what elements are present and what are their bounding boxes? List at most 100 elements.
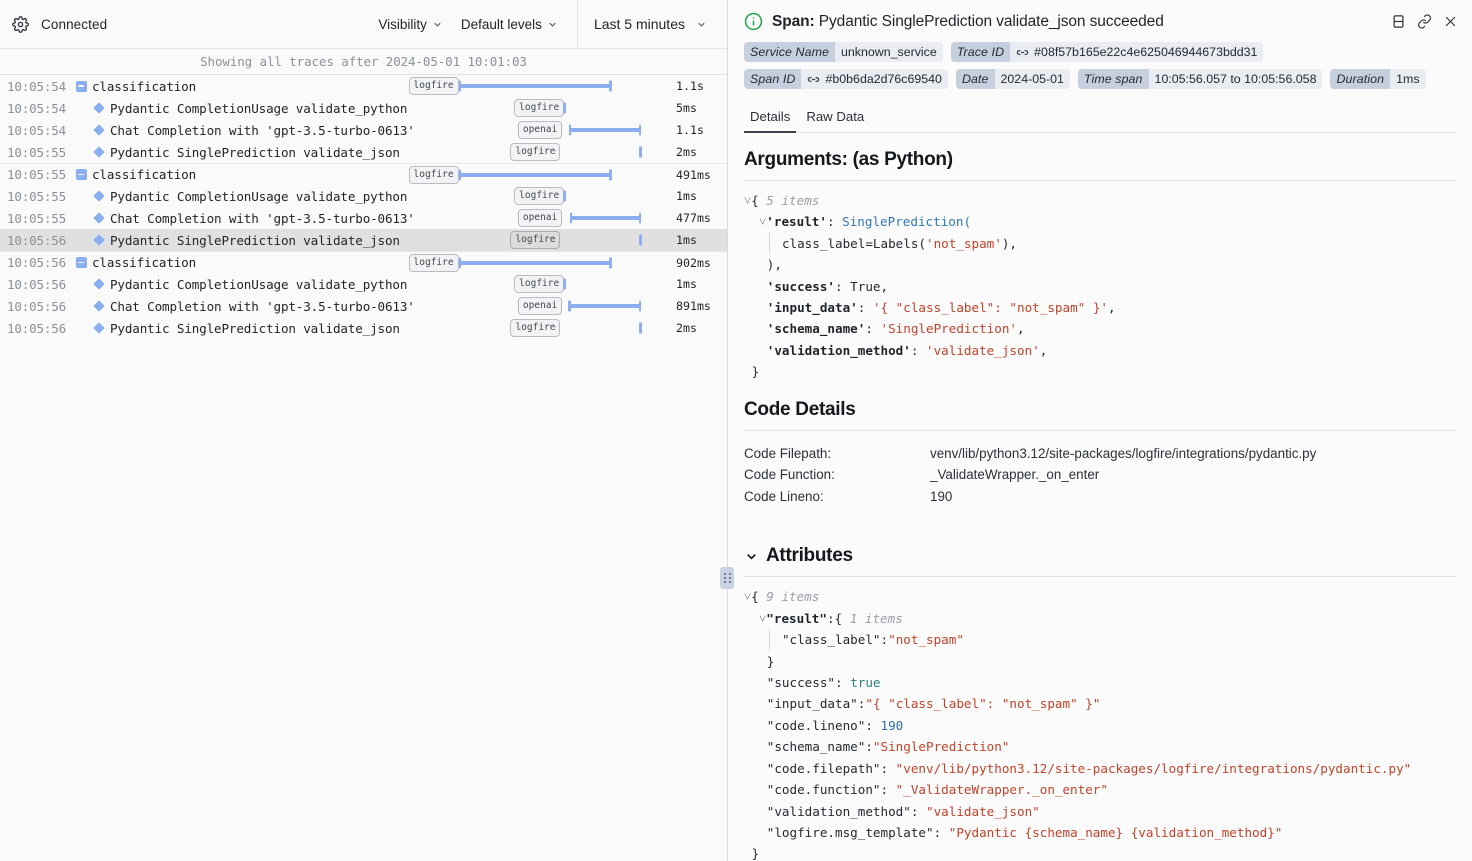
code-indent <box>744 739 759 754</box>
code-token: "not_spam" <box>888 632 964 647</box>
attributes-code-line: "logfire.msg_template": "Pydantic {schem… <box>744 822 1456 843</box>
status-badge: logfire <box>510 319 560 337</box>
row-duration-label: 1.1s <box>669 79 727 93</box>
indent-guide <box>769 629 770 650</box>
panel-layout-icon[interactable] <box>1391 14 1406 29</box>
code-token: 9 items <box>766 589 819 604</box>
table-row[interactable]: 10:05:54Pydantic CompletionUsage validat… <box>0 97 727 119</box>
table-row[interactable]: 10:05:56Chat Completion with 'gpt-3.5-tu… <box>0 295 727 317</box>
row-tag-wrap: logfire <box>510 319 558 337</box>
code-token: "schema_name" <box>767 739 866 754</box>
tab-details[interactable]: Details <box>744 104 796 133</box>
row-timestamp: 10:05:54 <box>0 101 70 116</box>
span-diamond-icon <box>88 148 110 156</box>
metadata-pill-key: Trace ID <box>951 42 1010 62</box>
table-row[interactable]: 10:05:55Chat Completion with 'gpt-3.5-tu… <box>0 207 727 229</box>
attributes-heading[interactable]: Attributes <box>744 545 1456 567</box>
status-badge: logfire <box>409 254 459 272</box>
panel-resize-handle[interactable] <box>720 567 734 589</box>
row-duration-bar-area <box>457 252 669 274</box>
code-details-table: Code Filepath:venv/lib/python3.12/site-p… <box>744 443 1456 508</box>
table-row[interactable]: 10:05:55Pydantic CompletionUsage validat… <box>0 185 727 207</box>
table-row[interactable]: 10:05:55classificationlogfire491ms <box>0 163 727 185</box>
duration-bar <box>563 103 566 114</box>
visibility-label: Visibility <box>378 17 427 32</box>
gear-icon[interactable] <box>12 16 29 33</box>
table-row[interactable]: 10:05:55Pydantic SinglePrediction valida… <box>0 141 727 163</box>
span-diamond-icon <box>88 236 110 244</box>
table-row[interactable]: 10:05:56Pydantic SinglePrediction valida… <box>0 317 727 339</box>
row-timestamp: 10:05:55 <box>0 145 70 160</box>
row-duration-label: 491ms <box>669 168 727 182</box>
code-chevron-space <box>759 804 767 819</box>
row-duration-bar-area <box>562 185 669 207</box>
table-row[interactable]: 10:05:56Pydantic SinglePrediction valida… <box>0 229 727 251</box>
diamond-icon <box>93 300 104 311</box>
tab-raw-data[interactable]: Raw Data <box>800 104 870 133</box>
code-token: "validate_json" <box>926 804 1040 819</box>
duration-bar <box>563 279 566 290</box>
row-span-name: Chat Completion with 'gpt-3.5-turbo-0613… <box>110 211 518 226</box>
close-icon[interactable] <box>1443 14 1458 29</box>
collapse-toggle-icon[interactable] <box>70 81 92 92</box>
diamond-icon <box>93 190 104 201</box>
attributes-code-line: "code.filepath": "venv/lib/python3.12/si… <box>744 758 1456 779</box>
duration-bar <box>570 216 642 220</box>
attributes-code-line: ˅"result":{ 1 items <box>744 608 1456 629</box>
row-tag-wrap: openai <box>518 121 566 139</box>
code-token: 'validation_method' <box>767 343 911 358</box>
code-token: : <box>881 782 896 797</box>
link-icon[interactable] <box>1417 14 1432 29</box>
metadata-pill[interactable]: Span ID#b0b6da2d76c69540 <box>744 69 948 89</box>
code-detail-row: Code Function:_ValidateWrapper._on_enter <box>744 464 1456 486</box>
metadata-pill[interactable]: Trace ID#08f57b165e22c4e625046944673bdd3… <box>951 42 1264 62</box>
table-row[interactable]: 10:05:54Chat Completion with 'gpt-3.5-tu… <box>0 119 727 141</box>
section-divider <box>744 576 1456 577</box>
metadata-pill-value: #08f57b165e22c4e625046944673bdd31 <box>1010 42 1263 62</box>
chevron-down-icon <box>744 549 759 564</box>
metadata-pill-text: 1ms <box>1396 72 1419 86</box>
code-token: class_label=Labels( <box>782 236 926 251</box>
status-badge: logfire <box>409 166 459 184</box>
row-duration-bar-area <box>558 317 669 339</box>
arguments-code-line: ˅{ 5 items <box>744 190 1456 211</box>
collapse-toggle-icon[interactable] <box>70 257 92 268</box>
attributes-code-line: "code.function": "_ValidateWrapper._on_e… <box>744 779 1456 800</box>
attributes-code-line: } <box>744 651 1456 672</box>
code-token: { <box>835 611 850 626</box>
time-range-dropdown[interactable]: Last 5 minutes <box>584 10 717 38</box>
status-badge: openai <box>518 297 562 315</box>
row-duration-label: 477ms <box>669 211 727 225</box>
code-token: : <box>858 300 873 315</box>
code-token: 'not_spam' <box>926 236 1002 251</box>
diamond-icon <box>93 278 104 289</box>
code-detail-row: Code Lineno:190 <box>744 486 1456 508</box>
default-levels-dropdown[interactable]: Default levels <box>452 11 567 38</box>
code-indent <box>744 257 759 272</box>
duration-bar <box>569 128 642 132</box>
row-duration-label: 5ms <box>669 101 727 115</box>
duration-bar <box>639 235 642 246</box>
metadata-pill-value: 1ms <box>1390 69 1425 89</box>
span-diamond-icon <box>88 324 110 332</box>
arguments-code-line: class_label=Labels('not_spam'), <box>744 233 1456 254</box>
row-tag-wrap: logfire <box>510 231 558 249</box>
code-token: "result" <box>766 611 827 626</box>
table-row[interactable]: 10:05:56classificationlogfire902ms <box>0 251 727 273</box>
row-timestamp: 10:05:54 <box>0 79 70 94</box>
code-indent <box>744 300 759 315</box>
arguments-code-block[interactable]: ˅{ 5 items ˅'result': SinglePrediction( … <box>744 190 1456 383</box>
table-row[interactable]: 10:05:56Pydantic CompletionUsage validat… <box>0 273 727 295</box>
visibility-dropdown[interactable]: Visibility <box>369 11 452 38</box>
metadata-pill-value: 2024-05-01 <box>995 69 1070 89</box>
code-indent <box>744 654 759 669</box>
attributes-code-block[interactable]: ˅{ 9 items ˅"result":{ 1 items "class_la… <box>744 586 1456 861</box>
row-timestamp: 10:05:56 <box>0 255 70 270</box>
span-diamond-icon <box>88 192 110 200</box>
code-indent <box>744 214 759 229</box>
trace-range-banner: Showing all traces after 2024-05-01 10:0… <box>0 49 727 75</box>
status-badge: logfire <box>510 231 560 249</box>
table-row[interactable]: 10:05:54classificationlogfire1.1s <box>0 75 727 97</box>
collapse-toggle-icon[interactable] <box>70 169 92 180</box>
section-divider <box>744 180 1456 181</box>
